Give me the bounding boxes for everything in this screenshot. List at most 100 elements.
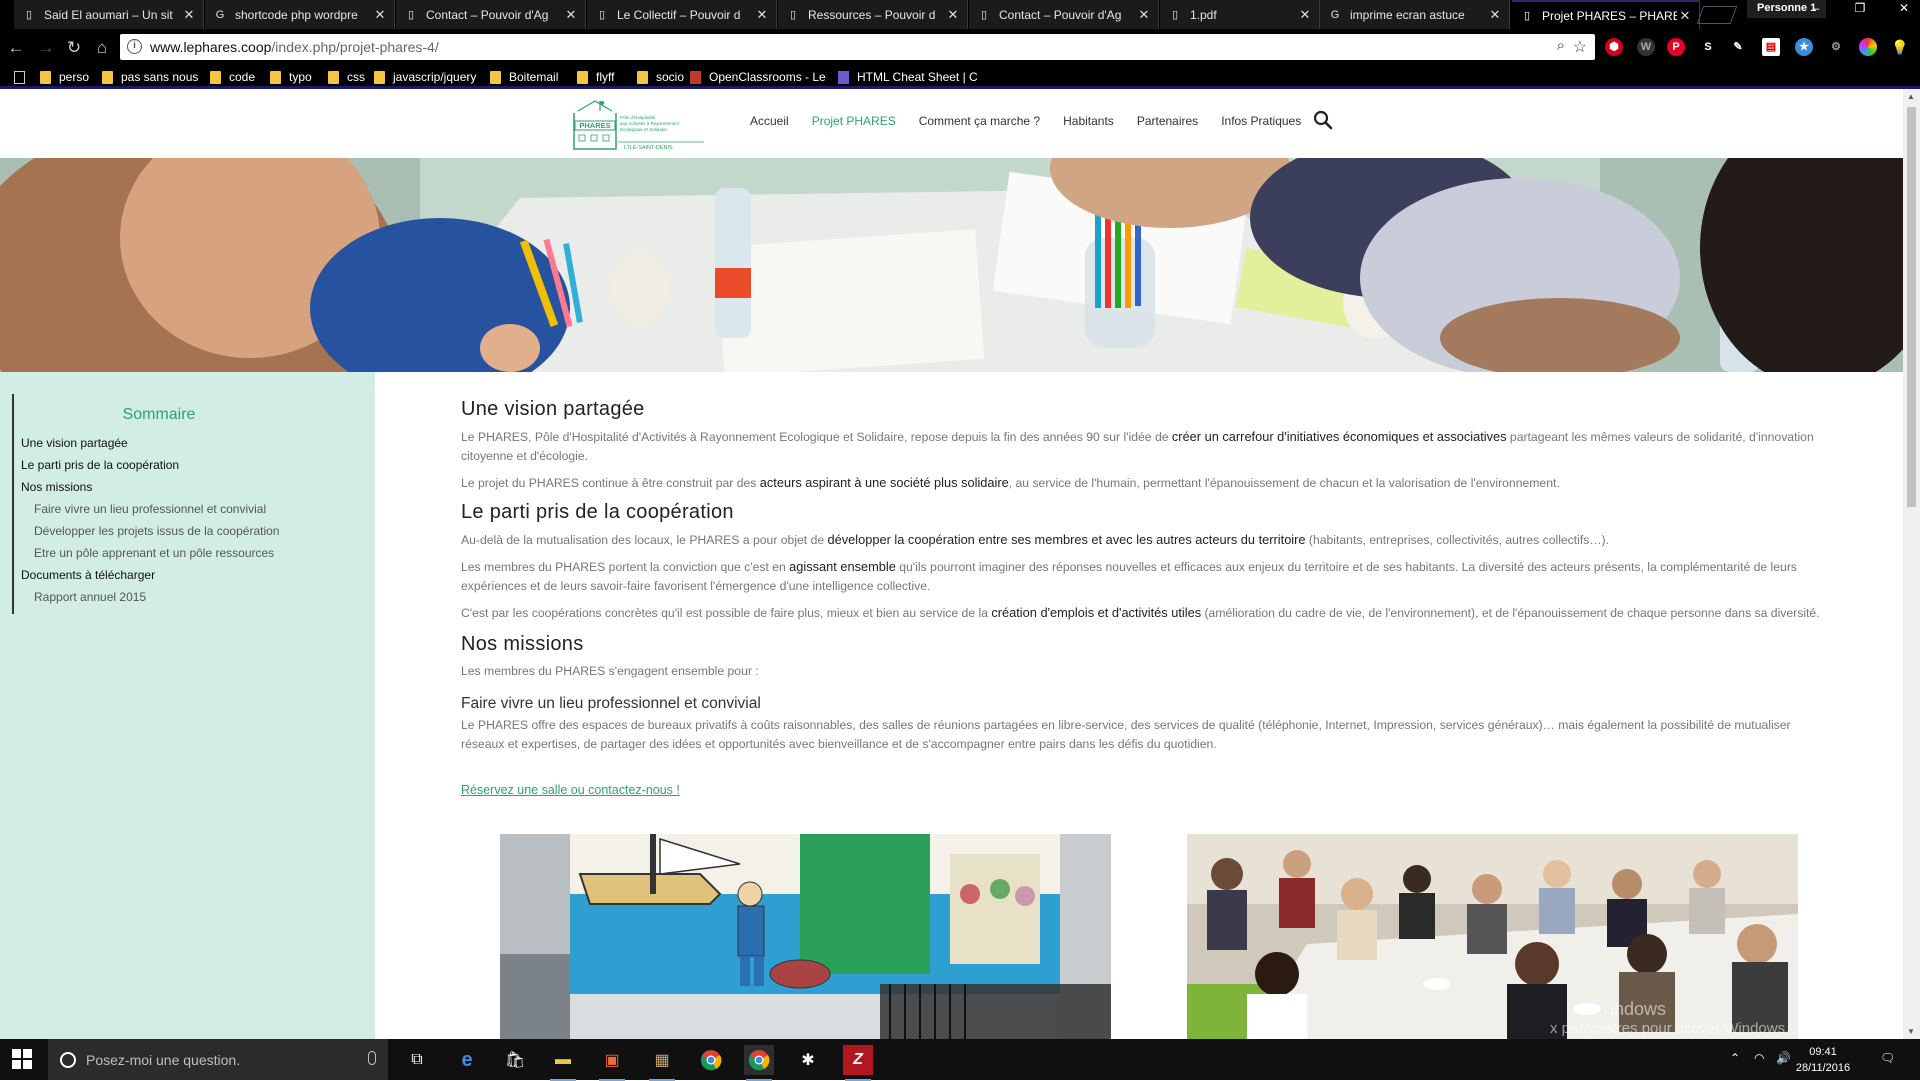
bookmark-folder[interactable]: perso [40,69,89,85]
address-bar[interactable]: i www.lephares.coop/index.php/projet-pha… [120,34,1595,60]
bookmark-folder[interactable]: javascrip/jquery [374,69,476,85]
section-title-cooperation: Le parti pris de la coopération [461,501,734,523]
toc-link[interactable]: Rapport annuel 2015 [21,586,279,608]
browser-tab[interactable]: ▯ Le Collectif – Pouvoir d ✕ [587,0,777,29]
restore-icon[interactable]: ❐ [1846,0,1874,18]
extension-adblock-icon[interactable]: ⬢ [1605,38,1623,56]
browser-tab[interactable]: Gshortcode php wordpre ✕ [205,0,395,29]
windows-start-icon[interactable] [12,1049,32,1069]
browser-tab[interactable]: ▯ Contact – Pouvoir d'Ag ✕ [396,0,586,29]
tab-favicon-icon: G [215,8,225,21]
tab-favicon-icon: ▯ [1523,10,1531,22]
file-explorer-icon[interactable]: ▬ [548,1045,578,1081]
extension-note-icon[interactable]: ▤ [1762,38,1780,56]
back-icon[interactable]: ← [6,38,26,58]
bookmark-item[interactable]: OpenClassrooms - Le [690,69,826,85]
extension-color-icon[interactable] [1859,38,1877,56]
sublime-icon[interactable]: ▣ [597,1045,627,1081]
extension-bulb-icon[interactable]: 💡 [1891,38,1909,56]
page-scrollbar[interactable]: ▲ ▼ [1903,89,1920,1039]
tab-close-icon[interactable]: ✕ [1487,7,1503,23]
url-text[interactable]: www.lephares.coop/index.php/projet-phare… [150,39,439,55]
home-icon[interactable]: ⌂ [92,38,112,58]
task-view-icon[interactable]: ⧉ [402,1045,432,1075]
info-icon[interactable]: i [127,39,142,54]
toc-link[interactable]: Le parti pris de la coopération [21,454,279,476]
toc-link[interactable]: Nos missions [21,476,279,498]
bold-text: création d'emplois et d'activités utiles [991,605,1202,620]
reload-icon[interactable]: ↻ [64,38,84,58]
browser-tab[interactable]: ▯ Ressources – Pouvoir d ✕ [778,0,968,29]
extension-pinterest-icon[interactable]: P [1667,38,1685,56]
tab-close-icon[interactable]: ✕ [1136,7,1152,23]
forward-icon[interactable]: → [36,38,56,58]
close-window-icon[interactable]: ✕ [1890,0,1918,18]
scrollbar-thumb[interactable] [1907,107,1916,507]
nav-link[interactable]: Habitants [1063,114,1114,128]
nav-link[interactable]: Infos Pratiques [1221,114,1301,128]
extension-pen-icon[interactable]: ✎ [1729,38,1747,56]
nav-link[interactable]: Partenaires [1137,114,1198,128]
tab-close-icon[interactable]: ✕ [181,7,197,23]
bookmark-folder[interactable]: css [328,69,365,85]
bold-text: agissant ensemble [789,559,896,574]
cortana-search-box[interactable]: Posez-moi une question. [48,1039,388,1080]
notification-center-icon[interactable]: 🗨 [1880,1051,1895,1065]
edge-icon[interactable]: e [452,1045,482,1075]
chrome-active-icon[interactable] [744,1045,774,1081]
tab-close-icon[interactable]: ✕ [754,7,770,23]
extension-s-icon[interactable]: S [1699,38,1717,56]
browser-tab[interactable]: ▯ Contact – Pouvoir d'Ag ✕ [969,0,1159,29]
bookmark-folder[interactable]: socio [637,69,684,85]
new-tab-button[interactable] [1696,6,1738,24]
bookmark-item[interactable]: HTML Cheat Sheet | C [838,69,978,85]
toc-link[interactable]: Une vision partagée [21,432,279,454]
text-span: Au-delà de la mutualisation des locaux, … [461,533,828,547]
tab-title: Said El aoumari – Un sit [44,7,173,22]
toc-link[interactable]: Documents à télécharger [21,564,279,586]
browser-tab[interactable]: Gimprime ecran astuce ✕ [1320,0,1510,29]
zoom-icon[interactable]: ⌕ [1557,37,1565,54]
microphone-icon[interactable] [368,1051,376,1065]
filezilla-icon[interactable]: Z [843,1045,873,1081]
bookmark-folder[interactable]: pas sans nous [102,69,198,85]
tab-close-icon[interactable]: ✕ [1297,7,1313,23]
reserve-contact-link[interactable]: Réservez une salle ou contactez-nous ! [461,783,680,797]
volume-icon[interactable]: 🔊 [1776,1051,1791,1065]
bookmark-folder[interactable]: flyff [577,69,614,85]
toc-link[interactable]: Faire vivre un lieu professionnel et con… [21,498,279,520]
store-icon[interactable]: 🛍 [500,1045,530,1075]
notepad-app-icon[interactable]: ▦ [647,1045,677,1081]
browser-tab[interactable]: ▯ Projet PHARES – PHARE ✕ [1512,0,1700,29]
browser-tab[interactable]: ▯ Said El aoumari – Un sit ✕ [14,0,204,29]
extension-star-icon[interactable]: ★ [1795,38,1813,56]
scroll-down-icon[interactable]: ▼ [1907,1027,1915,1036]
tab-close-icon[interactable]: ✕ [372,7,388,23]
extension-gear-icon[interactable]: ⚙ [1827,38,1845,56]
toc-link[interactable]: Etre un pôle apprenant et un pôle ressou… [21,542,279,564]
tab-close-icon[interactable]: ✕ [945,7,961,23]
toc-link[interactable]: Développer les projets issus de la coopé… [21,520,279,542]
phares-logo[interactable]: PHARES Pôle d'Hospitalité aux Activités … [572,99,706,151]
slack-icon[interactable]: ✱ [793,1045,823,1075]
search-icon[interactable] [1313,110,1333,130]
tab-close-icon[interactable]: ✕ [563,7,579,23]
tray-chevron-icon[interactable]: ⌃ [1730,1051,1740,1065]
scroll-up-icon[interactable]: ▲ [1907,92,1915,101]
bookmark-star-icon[interactable]: ☆ [1573,37,1587,57]
nav-link[interactable]: Accueil [750,114,789,128]
tab-close-icon[interactable]: ✕ [1677,8,1693,24]
nav-link[interactable]: Projet PHARES [812,114,896,128]
taskbar-clock[interactable]: 09:41 28/11/2016 [1793,1044,1853,1076]
minimize-icon[interactable]: – [1802,0,1830,18]
wifi-icon[interactable]: ◠ [1754,1051,1764,1065]
chrome-icon[interactable] [696,1045,726,1075]
extension-wordpress-icon[interactable]: W [1637,38,1655,56]
browser-tab[interactable]: ▯ 1.pdf ✕ [1160,0,1320,29]
nav-link[interactable]: Comment ça marche ? [919,114,1040,128]
bookmark-folder[interactable]: typo [270,69,312,85]
clock-time: 09:41 [1809,1046,1837,1058]
bookmark-folder[interactable]: Boitemail [490,69,558,85]
bookmark-folder[interactable]: code [210,69,255,85]
bookmark-item[interactable] [14,69,33,85]
